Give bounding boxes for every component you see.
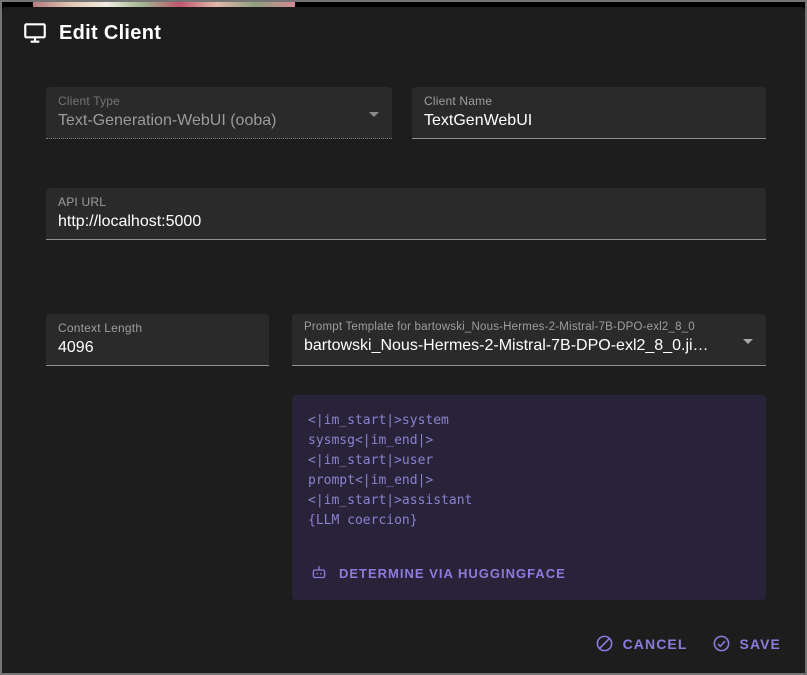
determine-button-label: DETERMINE VIA HUGGINGFACE: [339, 566, 566, 581]
client-type-label: Client Type: [58, 94, 380, 108]
context-length-input[interactable]: [58, 339, 257, 357]
client-name-input[interactable]: [424, 112, 754, 130]
check-circle-icon: [712, 634, 731, 653]
dropdown-arrow-icon: [369, 112, 379, 117]
dialog-title: Edit Client: [59, 22, 161, 45]
save-button-label: SAVE: [740, 636, 782, 652]
save-button[interactable]: SAVE: [702, 626, 792, 661]
monitor-icon: [22, 20, 48, 46]
client-name-field: Client Name: [412, 87, 766, 139]
dialog-header: Edit Client: [22, 20, 161, 46]
dialog-actions: CANCEL SAVE: [585, 626, 791, 661]
robot-icon: [310, 564, 328, 582]
cancel-icon: [595, 634, 614, 653]
edit-client-dialog: Edit Client Client Type Text-Generation-…: [2, 7, 805, 673]
cancel-button-label: CANCEL: [623, 636, 688, 652]
template-line: <|im_start|>user: [308, 451, 750, 471]
api-url-input[interactable]: [58, 213, 754, 231]
template-line: <|im_start|>assistant: [308, 491, 750, 511]
prompt-template-select[interactable]: Prompt Template for bartowski_Nous-Herme…: [292, 314, 766, 366]
client-name-label: Client Name: [424, 94, 754, 108]
context-length-field: Context Length: [46, 314, 269, 366]
prompt-template-label: Prompt Template for bartowski_Nous-Herme…: [304, 321, 754, 333]
prompt-template-value: bartowski_Nous-Hermes-2-Mistral-7B-DPO-e…: [304, 337, 754, 355]
client-type-select[interactable]: Client Type Text-Generation-WebUI (ooba): [46, 87, 392, 139]
context-length-label: Context Length: [58, 321, 257, 335]
api-url-field: API URL: [46, 188, 766, 240]
template-line: {LLM coercion}: [308, 511, 750, 531]
api-url-label: API URL: [58, 195, 754, 209]
template-line: sysmsg<|im_end|>: [308, 431, 750, 451]
client-type-value: Text-Generation-WebUI (ooba): [58, 112, 380, 130]
template-line: prompt<|im_end|>: [308, 471, 750, 491]
prompt-template-preview: <|im_start|>system sysmsg<|im_end|> <|im…: [292, 395, 766, 600]
determine-via-huggingface-button[interactable]: DETERMINE VIA HUGGINGFACE: [300, 556, 576, 590]
cancel-button[interactable]: CANCEL: [585, 626, 698, 661]
edit-client-dialog-screen: Edit Client Client Type Text-Generation-…: [0, 0, 807, 675]
dropdown-arrow-icon: [743, 339, 753, 344]
template-line: <|im_start|>system: [308, 411, 750, 431]
